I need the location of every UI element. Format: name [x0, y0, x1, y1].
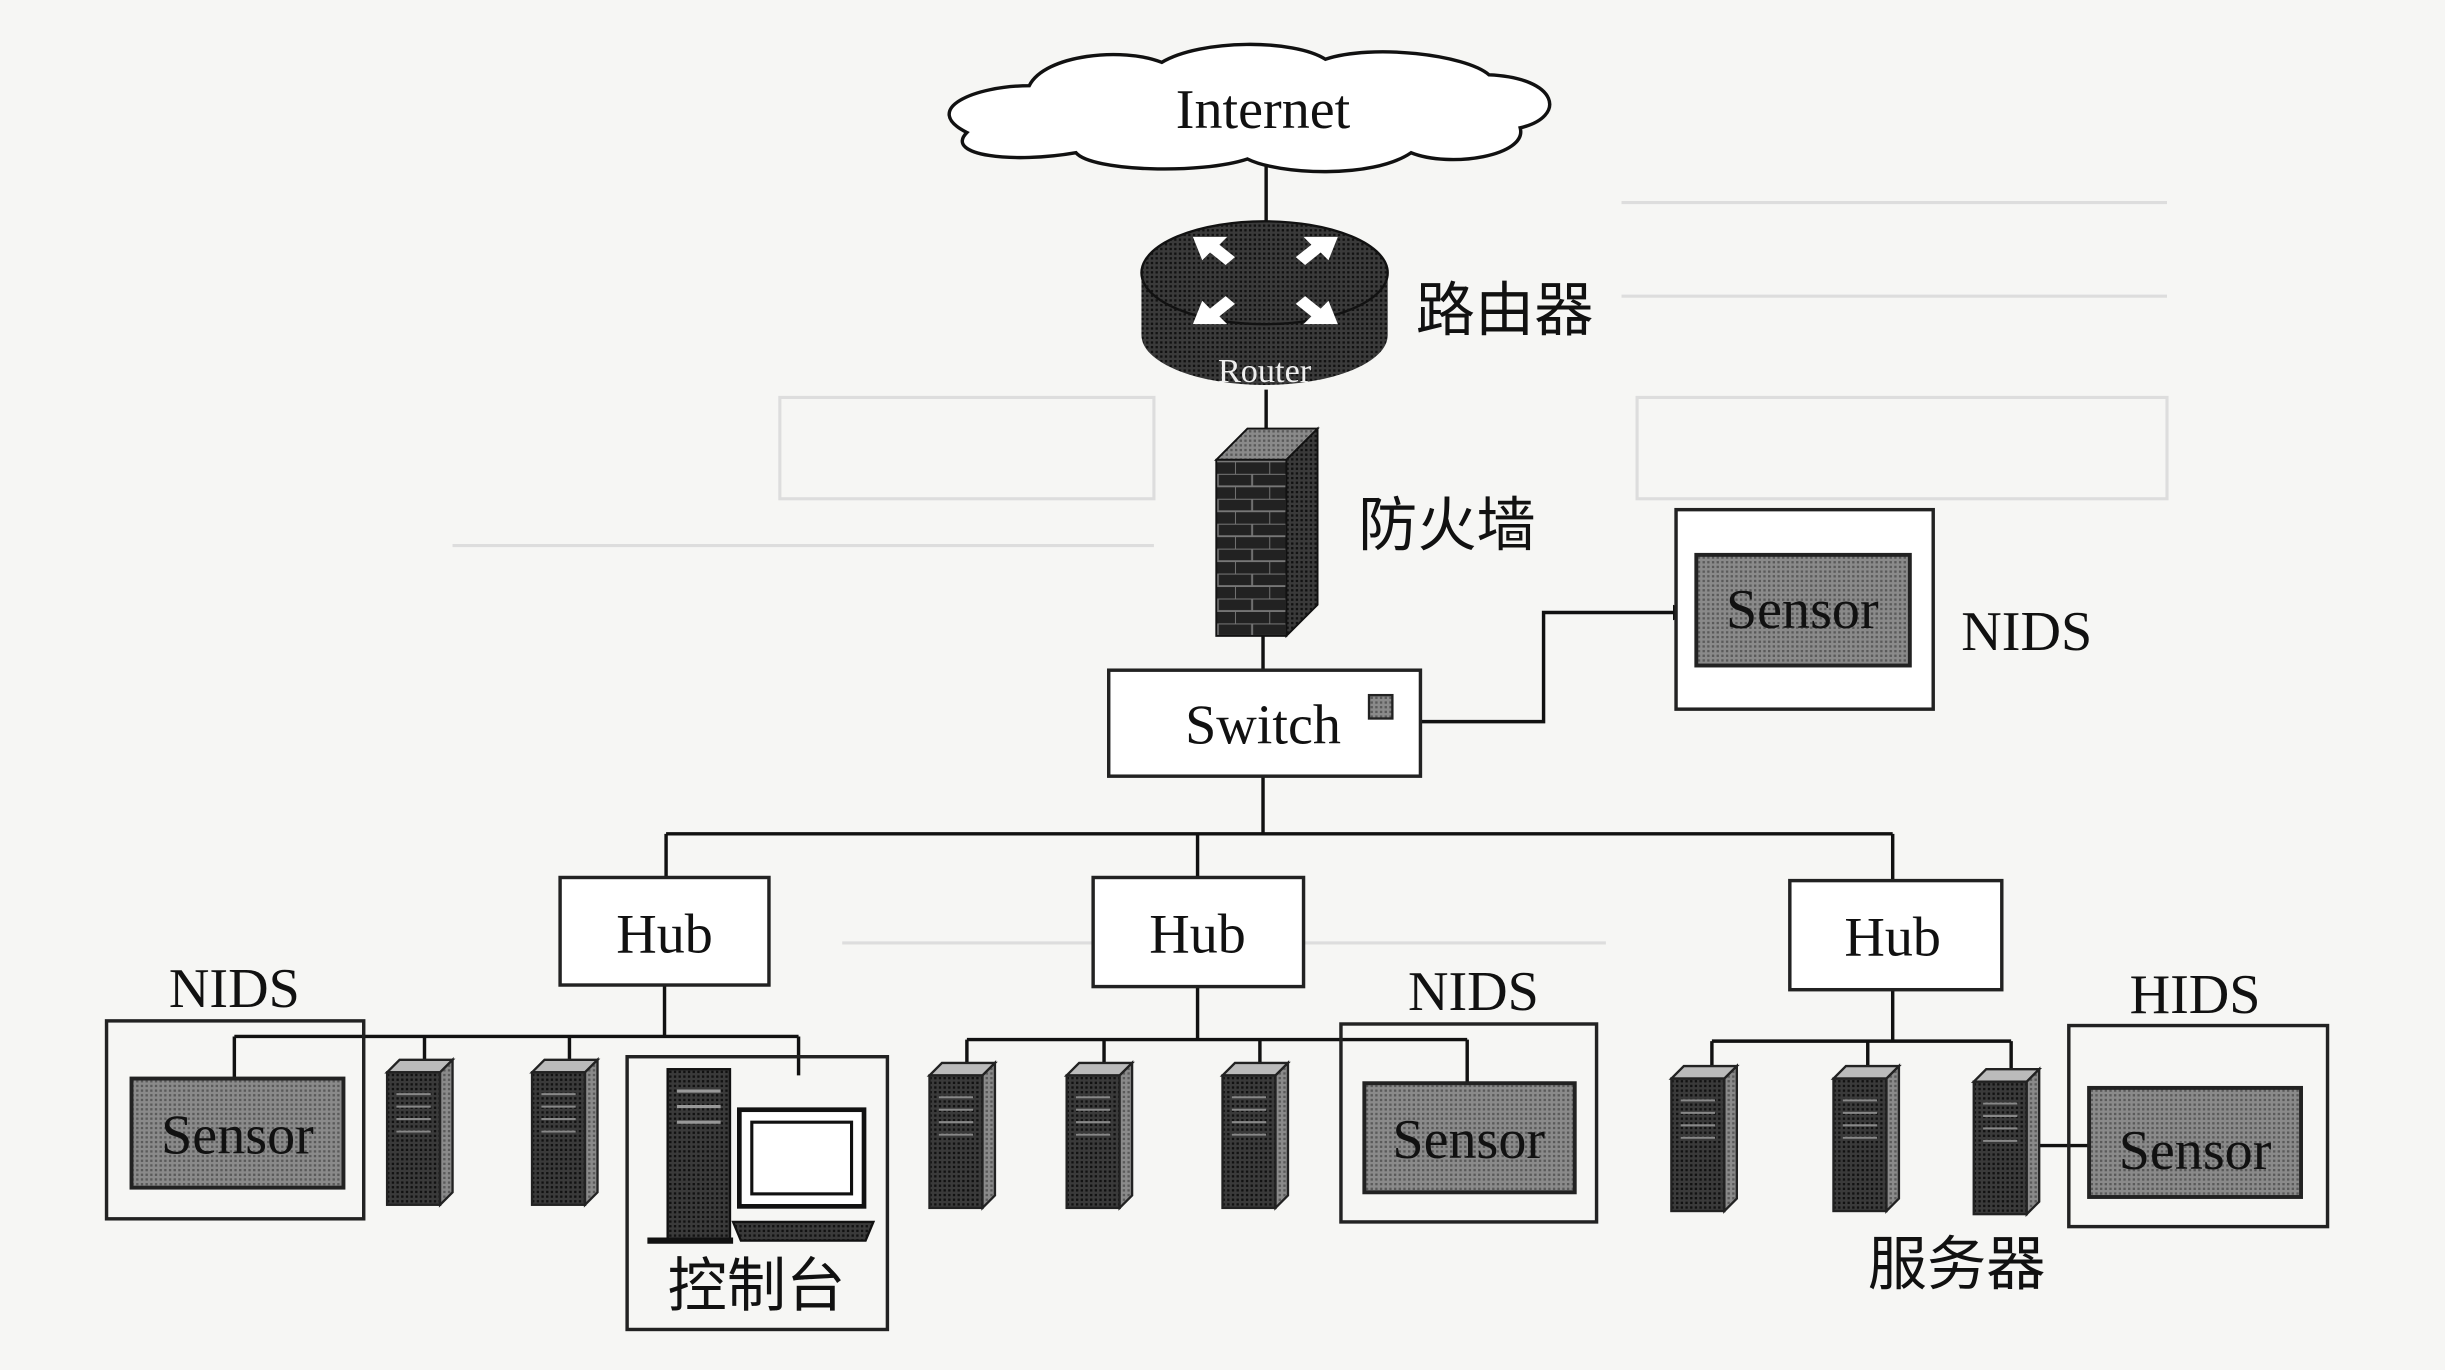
internet-cloud[interactable]: Internet — [947, 42, 1552, 174]
server-icon[interactable] — [1972, 1068, 2041, 1216]
top-nids[interactable]: Sensor — [1674, 507, 1935, 711]
left-nids-label: NIDS — [169, 958, 300, 1020]
hub-right[interactable]: Hub — [1788, 878, 2004, 992]
console-label: 控制台 — [668, 1251, 846, 1320]
hub-label: Hub — [616, 903, 713, 965]
router-label: 路由器 — [1416, 275, 1594, 344]
sensor-label: Sensor — [2119, 1120, 2272, 1182]
network-diagram: Internet Router 路由器 防火墙 Switch Sensor NI… — [0, 0, 2445, 1370]
servers-label: 服务器 — [1868, 1229, 2046, 1298]
hub-left[interactable]: Hub — [558, 875, 771, 987]
diagram-canvas: Internet Router 路由器 防火墙 Switch Sensor NI… — [104, 42, 2330, 1332]
server-icon[interactable] — [1221, 1061, 1290, 1210]
server-icon[interactable] — [1065, 1061, 1134, 1210]
hub-middle[interactable]: Hub — [1091, 875, 1306, 989]
computer-icon — [647, 1068, 876, 1244]
internet-label: Internet — [1176, 79, 1351, 141]
hids-label: HIDS — [2130, 964, 2261, 1026]
console-workstation[interactable]: 控制台 — [625, 1055, 890, 1332]
switch-device[interactable]: Switch — [1107, 668, 1423, 778]
router-device-text: Router — [1218, 352, 1312, 390]
server-icon[interactable] — [1670, 1064, 1739, 1213]
firewall-label: 防火墙 — [1358, 491, 1536, 560]
sensor-label: Sensor — [1392, 1109, 1545, 1171]
switch-port-icon — [1367, 693, 1394, 720]
firewall-device[interactable] — [1214, 426, 1320, 639]
server-icon[interactable] — [385, 1058, 454, 1206]
middle-nids-label: NIDS — [1408, 961, 1539, 1023]
top-nids-label: NIDS — [1961, 601, 2092, 663]
sensor-label: Sensor — [1726, 579, 1879, 641]
sensor-label: Sensor — [161, 1104, 314, 1166]
router-device[interactable]: Router — [1140, 220, 1389, 390]
server-icon[interactable] — [530, 1058, 599, 1206]
hub-label: Hub — [1149, 903, 1246, 965]
server-icon[interactable] — [1832, 1064, 1901, 1213]
server-icon[interactable] — [928, 1061, 997, 1210]
hub-label: Hub — [1844, 906, 1941, 968]
right-hids[interactable]: Sensor — [2067, 1023, 2330, 1229]
switch-label: Switch — [1185, 694, 1341, 756]
